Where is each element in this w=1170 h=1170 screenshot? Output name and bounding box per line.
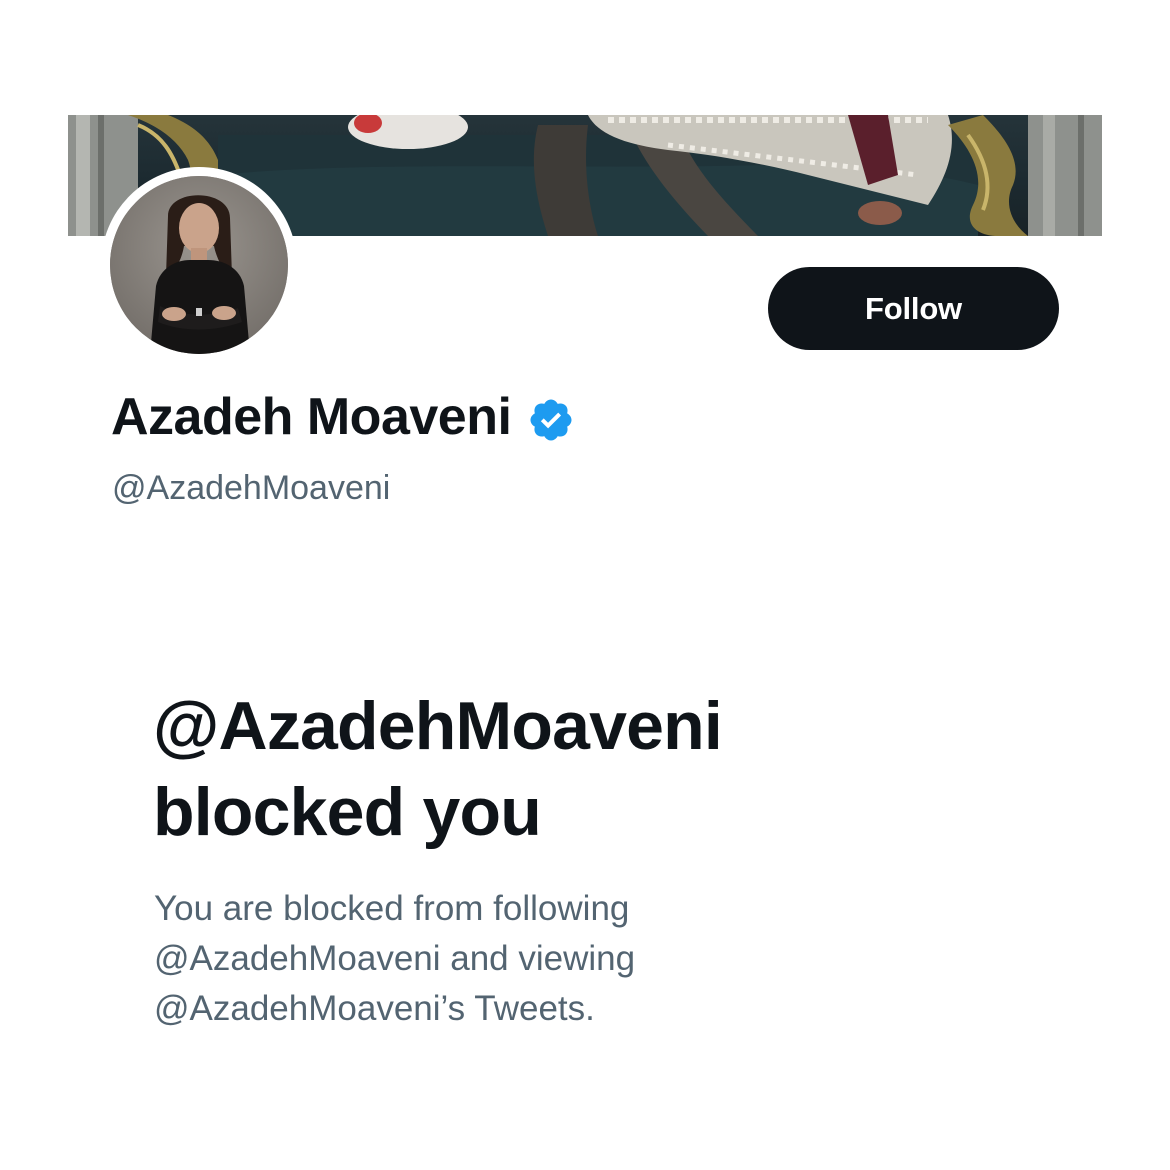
display-name: Azadeh Moaveni — [111, 388, 512, 446]
avatar-image — [110, 176, 288, 354]
blocked-title-line1: @AzadehMoaveni — [153, 688, 723, 764]
blocked-title-line2: blocked you — [153, 774, 542, 850]
profile-name-row: Azadeh Moaveni — [111, 384, 575, 450]
avatar-container[interactable] — [101, 167, 297, 363]
blocked-desc-line1: You are blocked from following — [154, 889, 630, 928]
blocked-desc-line2: @AzadehMoaveni and viewing — [154, 939, 636, 978]
blocked-title: @AzadehMoaveni blocked you — [153, 683, 913, 855]
verified-badge-icon[interactable] — [527, 394, 575, 442]
follow-button[interactable]: Follow — [768, 267, 1059, 350]
profile-handle: @AzadehMoaveni — [112, 469, 391, 507]
avatar[interactable] — [110, 176, 288, 354]
blocked-desc-line3: @AzadehMoaveni’s Tweets. — [154, 989, 595, 1028]
blocked-description: You are blocked from following @AzadehMo… — [154, 884, 914, 1034]
